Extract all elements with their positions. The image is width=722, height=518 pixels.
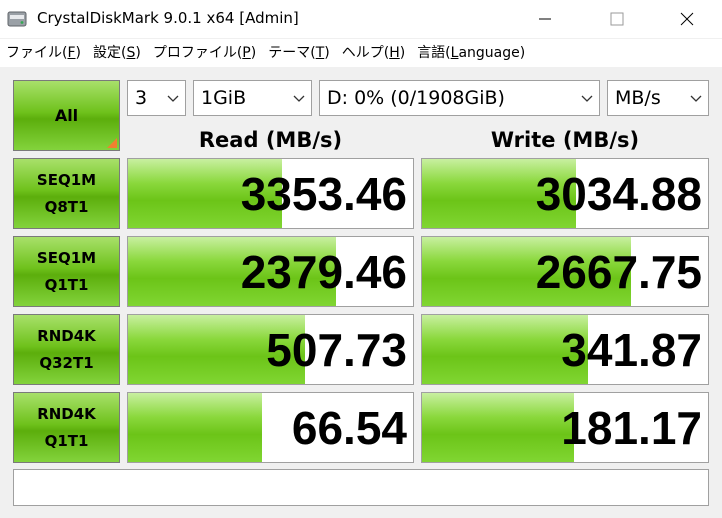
test-size-select[interactable]: 1GiB: [193, 80, 312, 116]
window-title: CrystalDiskMark 9.0.1 x64 [Admin]: [37, 9, 299, 27]
minimize-icon: [539, 18, 551, 20]
write-result-cell: 3034.88: [421, 158, 709, 229]
read-result-value: 2379.46: [240, 246, 407, 298]
write-result-value: 341.87: [561, 324, 702, 376]
menu-profile[interactable]: プロファイル(P): [147, 39, 262, 67]
write-result-cell: 2667.75: [421, 236, 709, 307]
close-icon: [680, 12, 694, 26]
write-header: Write (MB/s): [490, 128, 640, 152]
minimize-button[interactable]: [522, 0, 568, 38]
chevron-down-icon: [167, 95, 179, 102]
test-params: Q1T1: [44, 431, 89, 450]
read-result-value: 507.73: [266, 324, 407, 376]
rnd4k-q32t1-button[interactable]: RND4K Q32T1: [13, 314, 120, 385]
test-count-value: 3: [135, 87, 148, 109]
menu-theme[interactable]: テーマ(T): [262, 39, 336, 67]
maximize-button[interactable]: [594, 0, 640, 38]
test-params: Q32T1: [39, 353, 94, 372]
read-result-value: 3353.46: [240, 168, 407, 220]
menu-settings[interactable]: 設定(S): [87, 39, 147, 67]
maximize-icon: [610, 12, 624, 26]
test-name: RND4K: [37, 404, 96, 423]
all-button-label: All: [54, 106, 79, 125]
chevron-down-icon: [690, 95, 702, 102]
menu-help[interactable]: ヘルプ(H): [336, 39, 411, 67]
write-result-cell: 341.87: [421, 314, 709, 385]
read-result-cell: 66.54: [127, 392, 414, 463]
read-result-cell: 2379.46: [127, 236, 414, 307]
write-result-value: 181.17: [561, 402, 702, 454]
write-result-value: 2667.75: [535, 246, 702, 298]
disk-icon: [7, 11, 27, 27]
chevron-down-icon: [293, 95, 305, 102]
menu-bar: ファイル(F) 設定(S) プロファイル(P) テーマ(T) ヘルプ(H) 言語…: [0, 39, 722, 67]
title-bar[interactable]: CrystalDiskMark 9.0.1 x64 [Admin]: [0, 0, 722, 39]
test-name: SEQ1M: [36, 248, 97, 267]
write-result-value: 3034.88: [535, 168, 702, 220]
read-result-bar: [128, 393, 262, 462]
read-header: Read (MB/s): [198, 128, 343, 152]
test-name: RND4K: [37, 326, 96, 345]
read-result-cell: 507.73: [127, 314, 414, 385]
chevron-down-icon: [581, 95, 593, 102]
menu-file[interactable]: ファイル(F): [0, 39, 87, 67]
close-button[interactable]: [664, 0, 710, 38]
corner-marker: [107, 138, 117, 148]
drive-select[interactable]: D: 0% (0/1908GiB): [319, 80, 600, 116]
seq1m-q1t1-button[interactable]: SEQ1M Q1T1: [13, 236, 120, 307]
write-result-bar: [422, 393, 574, 462]
write-result-cell: 181.17: [421, 392, 709, 463]
test-params: Q1T1: [44, 275, 89, 294]
read-result-cell: 3353.46: [127, 158, 414, 229]
test-params: Q8T1: [44, 197, 89, 216]
test-count-select[interactable]: 3: [127, 80, 186, 116]
menu-language[interactable]: 言語(Language): [411, 39, 531, 67]
unit-select[interactable]: MB/s: [607, 80, 709, 116]
read-result-value: 66.54: [291, 402, 407, 454]
test-size-value: 1GiB: [201, 87, 247, 109]
seq1m-q8t1-button[interactable]: SEQ1M Q8T1: [13, 158, 120, 229]
test-name: SEQ1M: [36, 170, 97, 189]
rnd4k-q1t1-button[interactable]: RND4K Q1T1: [13, 392, 120, 463]
unit-value: MB/s: [615, 87, 661, 109]
all-button[interactable]: All: [13, 80, 120, 151]
drive-value: D: 0% (0/1908GiB): [327, 87, 505, 109]
comment-field[interactable]: [13, 469, 709, 506]
